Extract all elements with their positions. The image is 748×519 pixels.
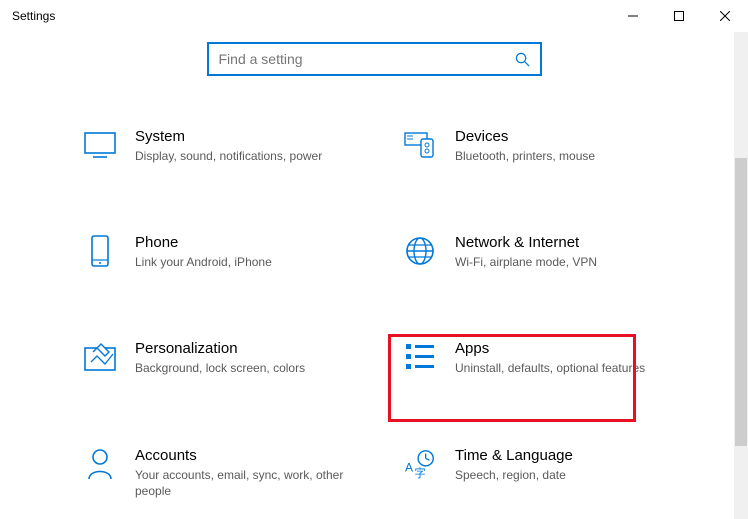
search-container <box>0 42 748 76</box>
svg-text:字: 字 <box>414 466 425 480</box>
category-desc: Wi-Fi, airplane mode, VPN <box>455 254 665 270</box>
window-controls <box>610 0 748 32</box>
category-text: Accounts Your accounts, email, sync, wor… <box>135 447 345 499</box>
maximize-icon <box>674 11 684 21</box>
system-icon <box>83 128 117 162</box>
category-desc: Display, sound, notifications, power <box>135 148 345 164</box>
search-icon <box>515 52 530 67</box>
close-icon <box>720 11 730 21</box>
category-title: Accounts <box>135 447 345 464</box>
category-text: Network & Internet Wi-Fi, airplane mode,… <box>455 234 665 270</box>
category-text: Devices Bluetooth, printers, mouse <box>455 128 665 164</box>
phone-icon <box>83 234 117 268</box>
category-title: Apps <box>455 340 665 357</box>
category-desc: Uninstall, defaults, optional features <box>455 360 665 376</box>
category-title: Personalization <box>135 340 345 357</box>
category-devices[interactable]: Devices Bluetooth, printers, mouse <box>399 124 669 168</box>
minimize-icon <box>628 11 638 21</box>
search-input[interactable] <box>219 51 515 67</box>
categories-grid: System Display, sound, notifications, po… <box>0 124 748 503</box>
window-title: Settings <box>12 9 55 23</box>
category-system[interactable]: System Display, sound, notifications, po… <box>79 124 349 168</box>
category-phone[interactable]: Phone Link your Android, iPhone <box>79 230 349 274</box>
close-button[interactable] <box>702 0 748 32</box>
category-desc: Your accounts, email, sync, work, other … <box>135 467 345 499</box>
content-area: System Display, sound, notifications, po… <box>0 32 748 503</box>
scrollbar-track[interactable] <box>734 32 748 519</box>
category-title: Devices <box>455 128 665 145</box>
category-text: Personalization Background, lock screen,… <box>135 340 345 376</box>
category-title: Phone <box>135 234 345 251</box>
category-apps[interactable]: Apps Uninstall, defaults, optional featu… <box>399 336 669 380</box>
scrollbar-thumb[interactable] <box>735 158 747 446</box>
category-text: Phone Link your Android, iPhone <box>135 234 345 270</box>
category-title: Network & Internet <box>455 234 665 251</box>
category-desc: Speech, region, date <box>455 467 665 483</box>
network-icon <box>403 234 437 268</box>
titlebar: Settings <box>0 0 748 32</box>
svg-text:A: A <box>405 460 414 474</box>
search-box[interactable] <box>207 42 542 76</box>
time-language-icon: A字 <box>403 447 437 481</box>
category-desc: Background, lock screen, colors <box>135 360 345 376</box>
category-text: Time & Language Speech, region, date <box>455 447 665 483</box>
devices-icon <box>403 128 437 162</box>
category-desc: Link your Android, iPhone <box>135 254 345 270</box>
apps-icon <box>403 340 437 374</box>
accounts-icon <box>83 447 117 481</box>
minimize-button[interactable] <box>610 0 656 32</box>
maximize-button[interactable] <box>656 0 702 32</box>
category-title: System <box>135 128 345 145</box>
personalization-icon <box>83 340 117 374</box>
category-desc: Bluetooth, printers, mouse <box>455 148 665 164</box>
category-time[interactable]: A字 Time & Language Speech, region, date <box>399 443 669 503</box>
category-network[interactable]: Network & Internet Wi-Fi, airplane mode,… <box>399 230 669 274</box>
category-personalization[interactable]: Personalization Background, lock screen,… <box>79 336 349 380</box>
category-accounts[interactable]: Accounts Your accounts, email, sync, wor… <box>79 443 349 503</box>
category-title: Time & Language <box>455 447 665 464</box>
category-text: Apps Uninstall, defaults, optional featu… <box>455 340 665 376</box>
category-text: System Display, sound, notifications, po… <box>135 128 345 164</box>
